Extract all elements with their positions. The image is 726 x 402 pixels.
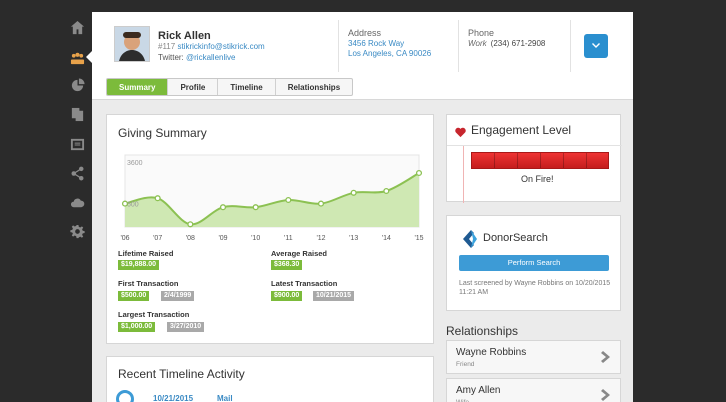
timeline-card: Recent Timeline Activity 10/21/2015 Mail: [106, 356, 434, 402]
twitter-label: Twitter:: [158, 53, 184, 62]
divider: [458, 20, 459, 72]
tab-profile[interactable]: Profile: [168, 79, 219, 95]
phone-label: Phone: [468, 28, 495, 38]
first-transaction-label: First Transaction: [118, 279, 179, 288]
twitter-handle[interactable]: @rickallenlive: [186, 53, 235, 62]
chart-x-tick-label: '08: [186, 235, 195, 242]
relationships-title: Relationships: [446, 324, 519, 338]
latest-transaction-date: 10/21/2015: [313, 291, 355, 301]
average-raised-label: Average Raised: [271, 249, 328, 258]
gauge-segments: [472, 153, 608, 168]
phone-line: Work (234) 671-2908: [468, 39, 545, 48]
contact-id-line: #117 stikrickinfo@stikrick.com: [158, 42, 265, 51]
pie-chart-icon[interactable]: [66, 74, 88, 96]
relationship-item[interactable]: Wayne Robbins Friend: [446, 340, 621, 374]
contact-name: Rick Allen: [158, 30, 211, 42]
first-transaction-amount: $500.00: [118, 291, 150, 301]
avatar: [114, 26, 150, 62]
chart-x-tick-label: '09: [218, 235, 227, 242]
phone-type: Work: [468, 39, 487, 48]
chart-point: [350, 189, 357, 196]
engagement-gauge: [471, 152, 609, 169]
chart-x-tick-label: '11: [284, 235, 293, 242]
giving-summary-card: Giving Summary 3600 600 '06 '07 '08 '09 '10 '11…: [106, 114, 434, 344]
largest-transaction-amount: $1,000.00: [118, 322, 156, 332]
address-line-2[interactable]: Los Angeles, CA 90026: [348, 49, 431, 58]
people-icon[interactable]: [66, 47, 88, 69]
dropdown-button[interactable]: [584, 34, 608, 58]
mail-icon[interactable]: [66, 133, 88, 155]
chart-point: [317, 200, 325, 207]
lifetime-raised-value: $19,888.00: [118, 260, 160, 270]
chevron-right-icon: [600, 388, 612, 402]
chart-x-tick-label: '12: [316, 235, 325, 242]
chart-x-tick-label: '15: [414, 235, 423, 242]
lifetime-raised-label: Lifetime Raised: [118, 249, 174, 258]
tab-bar: Summary Profile Timeline Relationships: [106, 78, 354, 96]
chart-x-tick-label: '06: [120, 235, 129, 242]
chart-point: [383, 187, 390, 195]
heart-icon: [455, 125, 466, 143]
timeline-entry-date[interactable]: 10/21/2015: [153, 394, 193, 402]
relationship-name: Amy Allen: [456, 385, 501, 396]
contact-id: #117: [158, 42, 176, 51]
donorsearch-note: Last screened by Wayne Robbins on 10/20/…: [459, 280, 611, 296]
tab-summary[interactable]: Summary: [107, 79, 169, 95]
latest-transaction-label: Latest Transaction: [271, 279, 338, 288]
timeline-title: Recent Timeline Activity: [118, 367, 245, 381]
divider: [447, 145, 622, 146]
divider: [338, 20, 339, 72]
engagement-level-text: On Fire!: [521, 174, 554, 184]
timeline-entry-type[interactable]: Mail: [217, 394, 233, 402]
chart-point: [252, 204, 259, 211]
donorsearch-logo-icon: [459, 229, 479, 249]
engagement-card: Engagement Level On Fire!: [446, 114, 622, 203]
largest-transaction-label: Largest Transaction: [118, 310, 190, 319]
giving-chart-svg: 3600 600 '06 '07 '08 '09 '10 '11 '12 '13 '14 '15: [120, 154, 424, 242]
phone-number[interactable]: (234) 671-2908: [491, 39, 546, 48]
chart-y-tick-label: 3600: [127, 160, 143, 167]
chevron-right-icon: [600, 350, 612, 364]
engagement-title: Engagement Level: [471, 123, 572, 137]
relationship-item[interactable]: Amy Allen Wife: [446, 378, 621, 402]
chart-x-tick-label: '07: [153, 235, 162, 242]
documents-icon[interactable]: [66, 103, 88, 125]
relationship-role: Friend: [456, 361, 475, 368]
divider: [570, 20, 571, 72]
chart-x-tick-label: '13: [349, 235, 358, 242]
chevron-down-icon: [592, 43, 600, 48]
first-transaction-date: 2/4/1999: [161, 291, 195, 301]
tab-timeline[interactable]: Timeline: [218, 79, 276, 95]
giving-summary-title: Giving Summary: [118, 126, 207, 140]
relationship-name: Wayne Robbins: [456, 347, 527, 358]
latest-transaction-amount: $900.00: [271, 291, 303, 301]
contact-email[interactable]: stikrickinfo@stikrick.com: [177, 42, 264, 51]
chart-point: [219, 204, 227, 211]
chart-point: [285, 196, 292, 204]
donorsearch-card: DonorSearch Perform Search Last screened…: [446, 215, 621, 311]
tab-relationships[interactable]: Relationships: [276, 79, 352, 95]
largest-transaction-date: 3/27/2010: [167, 322, 205, 332]
contact-twitter-line: Twitter: @rickallenlive: [158, 53, 235, 62]
address-label: Address: [348, 28, 382, 38]
giving-chart: 3600 600 '06 '07 '08 '09 '10 '11 '12 '13 '14 '15: [107, 147, 435, 247]
perform-search-button[interactable]: Perform Search: [459, 255, 609, 271]
address-line-1[interactable]: 3456 Rock Way: [348, 39, 404, 48]
chart-y-tick-label: 600: [127, 202, 139, 209]
chart-point: [121, 200, 129, 207]
chart-point: [415, 169, 423, 177]
average-raised-value: $368.30: [271, 260, 303, 270]
cloud-icon[interactable]: [66, 191, 88, 213]
gear-icon[interactable]: [66, 220, 88, 242]
chart-point: [154, 195, 161, 202]
gauge-marker: [463, 146, 464, 203]
contact-header: Rick Allen #117 stikrickinfo@stikrick.co…: [92, 12, 633, 100]
home-icon[interactable]: [66, 16, 88, 38]
timeline-mail-icon: [116, 390, 134, 402]
share-icon[interactable]: [66, 162, 88, 184]
chart-x-tick-label: '10: [251, 235, 260, 242]
chart-point: [187, 221, 194, 228]
donorsearch-name: DonorSearch: [483, 232, 548, 244]
chart-x-tick-label: '14: [382, 235, 391, 242]
